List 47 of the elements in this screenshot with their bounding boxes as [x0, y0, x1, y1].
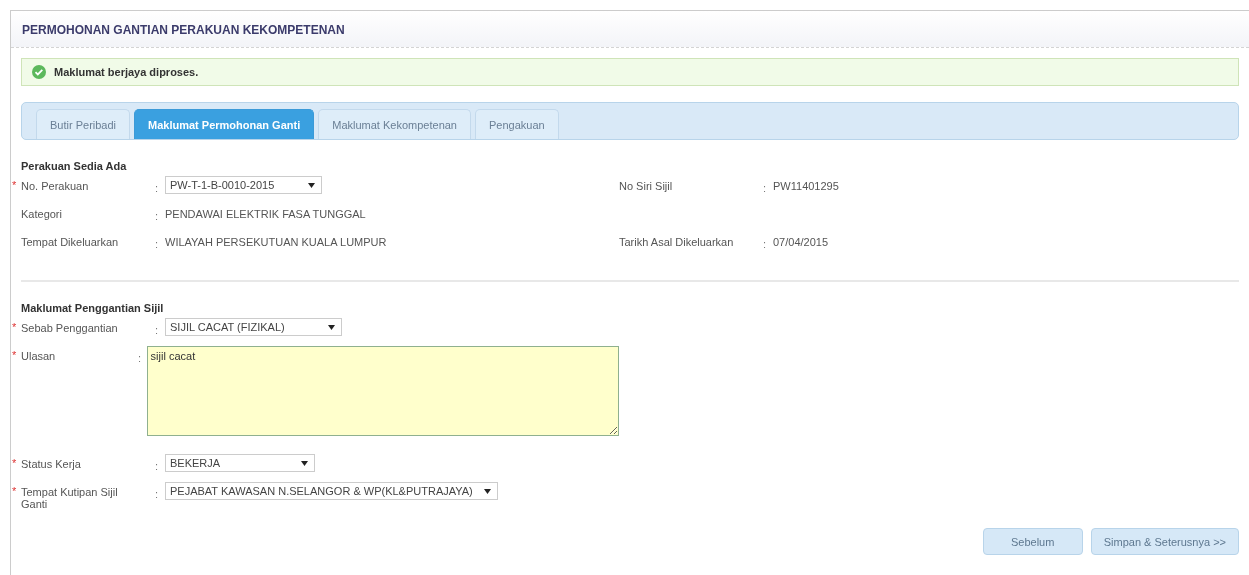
field-label: Sebab Penggantian — [21, 322, 118, 334]
required-asterisk: * — [12, 457, 17, 470]
field-label: No. Perakuan — [21, 180, 89, 192]
caret-icon — [308, 182, 315, 188]
required-asterisk: * — [12, 485, 17, 498]
page-title: PERMOHONAN GANTIAN PERAKUAN KEKOMPETENAN — [22, 23, 346, 37]
separator: : — [155, 323, 160, 336]
separator: : — [155, 237, 160, 250]
dropdown[interactable]: PEJABAT KAWASAN N.SELANGOR & WP(KL&PUTRAJAYA) — [165, 482, 498, 500]
tab[interactable]: Butir Peribadi — [36, 109, 131, 139]
field-label: Status Kerja — [21, 458, 81, 470]
field-value: 07/04/2015 — [773, 235, 829, 248]
dropdown[interactable]: SIJIL CACAT (FIZIKAL) — [165, 318, 342, 336]
required-asterisk: * — [12, 179, 17, 192]
field-label: Kategori — [21, 208, 62, 220]
section-heading: Perakuan Sedia Ada — [21, 160, 128, 172]
field-label: Tempat Dikeluarkan — [21, 236, 119, 248]
required-asterisk: * — [12, 321, 17, 334]
caret-icon — [327, 324, 335, 330]
field-value: WILAYAH PERSEKUTUAN KUALA LUMPUR — [165, 235, 387, 248]
separator: : — [155, 487, 160, 500]
tab[interactable]: Maklumat Permohonan Ganti — [134, 109, 315, 139]
caret-icon — [483, 488, 491, 494]
tab[interactable]: Maklumat Kekompetenan — [318, 109, 471, 139]
section-heading: Maklumat Penggantian Sijil — [21, 302, 165, 314]
separator: : — [763, 181, 768, 194]
nav-button[interactable]: Simpan & Seterusnya >> — [1090, 528, 1239, 555]
field-value: PW11401295 — [773, 179, 839, 192]
field-label: Tempat Kutipan Sijil Ganti — [21, 486, 118, 511]
dropdown[interactable]: PW-T-1-B-0010-2015 — [165, 176, 322, 194]
field-label: Ulasan — [21, 350, 56, 362]
required-asterisk: * — [12, 349, 17, 362]
check-circle-icon — [32, 65, 46, 79]
comment-textarea[interactable]: sijil cacat — [146, 346, 619, 436]
separator: : — [155, 459, 160, 472]
separator: : — [763, 237, 768, 250]
field-label: Tarikh Asal Dikeluarkan — [619, 236, 734, 248]
nav-button[interactable]: Sebelum — [982, 528, 1083, 555]
separator: : — [138, 351, 143, 364]
separator: : — [155, 209, 160, 222]
field-value: PENDAWAI ELEKTRIK FASA TUNGGAL — [165, 207, 366, 220]
alert-message: Maklumat berjaya diproses. — [54, 66, 199, 78]
dropdown[interactable]: BEKERJA — [165, 454, 315, 472]
caret-icon — [301, 460, 308, 466]
tab[interactable]: Pengakuan — [475, 109, 559, 139]
separator: : — [155, 181, 160, 194]
field-label: No Siri Sijil — [619, 180, 673, 192]
